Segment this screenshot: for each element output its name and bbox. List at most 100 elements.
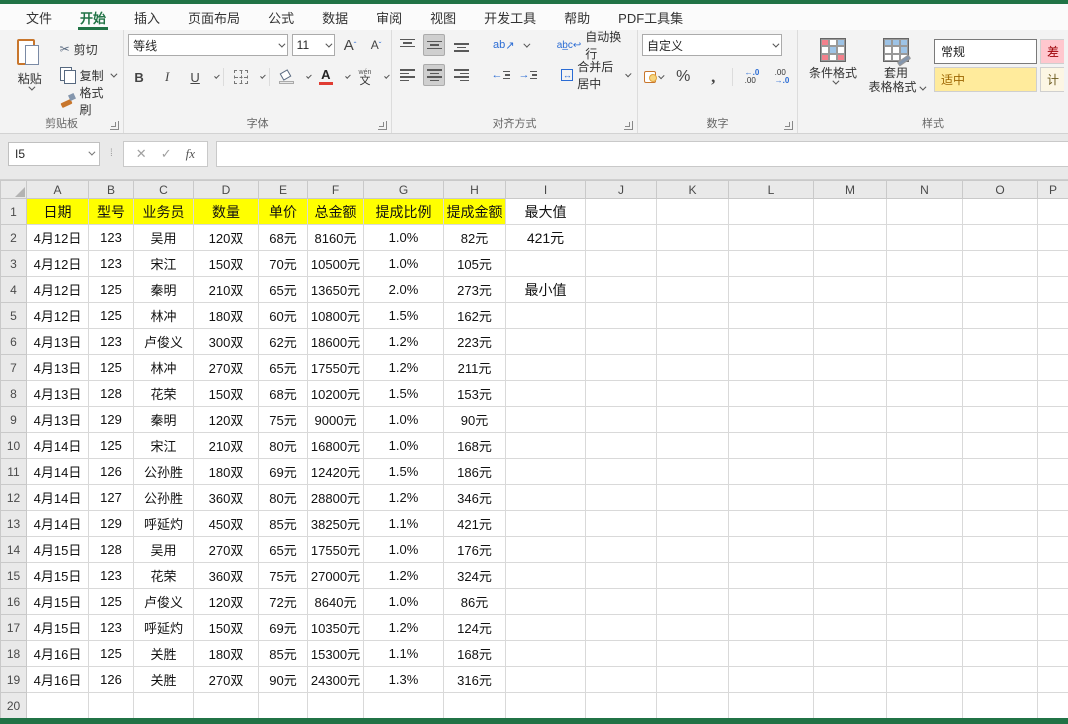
cell-M1[interactable] [813,198,887,225]
cell-H18[interactable]: 168元 [443,640,506,667]
column-header-A[interactable]: A [26,180,89,199]
column-header-C[interactable]: C [133,180,194,199]
cell-J10[interactable] [585,432,657,459]
cell-F6[interactable]: 18600元 [307,328,364,355]
cell-H5[interactable]: 162元 [443,302,506,329]
cell-H2[interactable]: 82元 [443,224,506,251]
column-header-L[interactable]: L [728,180,814,199]
cell-M18[interactable] [813,640,887,667]
cell-P12[interactable] [1037,484,1068,511]
cell-H14[interactable]: 176元 [443,536,506,563]
cell-K13[interactable] [656,510,729,537]
row-header-11[interactable]: 11 [0,458,27,485]
cell-O7[interactable] [962,354,1038,381]
cell-L5[interactable] [728,302,814,329]
cell-E4[interactable]: 65元 [258,276,308,303]
cell-G7[interactable]: 1.2% [363,354,444,381]
cell-B4[interactable]: 125 [88,276,134,303]
ribbon-tab-插入[interactable]: 插入 [120,4,174,30]
cell-F8[interactable]: 10200元 [307,380,364,407]
chevron-down-icon[interactable] [259,72,266,79]
select-all-corner[interactable] [0,180,27,199]
ribbon-tab-开始[interactable]: 开始 [66,4,120,30]
cell-N17[interactable] [886,614,963,641]
column-header-G[interactable]: G [363,180,444,199]
cell-F11[interactable]: 12420元 [307,458,364,485]
cell-D3[interactable]: 150双 [193,250,259,277]
cell-J3[interactable] [585,250,657,277]
cell-D11[interactable]: 180双 [193,458,259,485]
italic-button[interactable]: I [156,66,178,88]
cell-C7[interactable]: 林冲 [133,354,194,381]
column-header-K[interactable]: K [656,180,729,199]
cell-O3[interactable] [962,250,1038,277]
cell-D10[interactable]: 210双 [193,432,259,459]
cell-B10[interactable]: 125 [88,432,134,459]
cell-M9[interactable] [813,406,887,433]
dialog-launcher-font[interactable] [378,121,388,130]
cell-M10[interactable] [813,432,887,459]
cell-K19[interactable] [656,666,729,693]
cell-C19[interactable]: 关胜 [133,666,194,693]
row-header-5[interactable]: 5 [0,302,27,329]
cell-F17[interactable]: 10350元 [307,614,364,641]
shrink-font-button[interactable]: Aˇ [365,34,387,56]
cell-D2[interactable]: 120双 [193,224,259,251]
cell-O5[interactable] [962,302,1038,329]
cell-O6[interactable] [962,328,1038,355]
cell-G8[interactable]: 1.5% [363,380,444,407]
cell-H15[interactable]: 324元 [443,562,506,589]
cell-N4[interactable] [886,276,963,303]
format-as-table-button[interactable]: 套用 表格格式 [864,34,928,114]
cell-P6[interactable] [1037,328,1068,355]
cell-N9[interactable] [886,406,963,433]
cell-C10[interactable]: 宋江 [133,432,194,459]
cell-J4[interactable] [585,276,657,303]
cell-O1[interactable] [962,198,1038,225]
cell-P17[interactable] [1037,614,1068,641]
cell-K3[interactable] [656,250,729,277]
cell-I14[interactable] [505,536,586,563]
cell-E15[interactable]: 75元 [258,562,308,589]
conditional-formatting-button[interactable]: 条件格式 [802,34,864,114]
cell-A9[interactable]: 4月13日 [26,406,89,433]
cell-L4[interactable] [728,276,814,303]
row-header-3[interactable]: 3 [0,250,27,277]
cell-J7[interactable] [585,354,657,381]
formula-bar-resize-handle[interactable]: ⁞ [110,148,113,159]
cell-A5[interactable]: 4月12日 [26,302,89,329]
cell-L15[interactable] [728,562,814,589]
cell-D19[interactable]: 270双 [193,666,259,693]
cell-A11[interactable]: 4月14日 [26,458,89,485]
row-header-8[interactable]: 8 [0,380,27,407]
cell-G17[interactable]: 1.2% [363,614,444,641]
cell-F12[interactable]: 28800元 [307,484,364,511]
cell-D13[interactable]: 450双 [193,510,259,537]
cell-H6[interactable]: 223元 [443,328,506,355]
cell-style-item[interactable]: 常规 [934,39,1037,64]
format-painter-button[interactable]: 格式刷 [56,86,120,117]
ribbon-tab-文件[interactable]: 文件 [12,4,66,30]
cell-G1[interactable]: 提成比例 [363,198,444,225]
cell-H12[interactable]: 346元 [443,484,506,511]
cell-D1[interactable]: 数量 [193,198,259,225]
cell-F7[interactable]: 17550元 [307,354,364,381]
ribbon-tab-帮助[interactable]: 帮助 [550,4,604,30]
cell-I18[interactable] [505,640,586,667]
dialog-launcher-alignment[interactable] [624,121,633,130]
cell-A10[interactable]: 4月14日 [26,432,89,459]
cell-B11[interactable]: 126 [88,458,134,485]
cell-H20[interactable] [443,692,506,718]
cell-F19[interactable]: 24300元 [307,666,364,693]
cell-J20[interactable] [585,692,657,718]
cell-M8[interactable] [813,380,887,407]
cell-N2[interactable] [886,224,963,251]
cell-L8[interactable] [728,380,814,407]
font-color-button[interactable]: A [315,66,337,88]
fill-color-button[interactable] [276,66,298,88]
cell-O15[interactable] [962,562,1038,589]
cell-O19[interactable] [962,666,1038,693]
cell-J6[interactable] [585,328,657,355]
cell-I4[interactable]: 最小值 [505,276,586,303]
cell-M3[interactable] [813,250,887,277]
